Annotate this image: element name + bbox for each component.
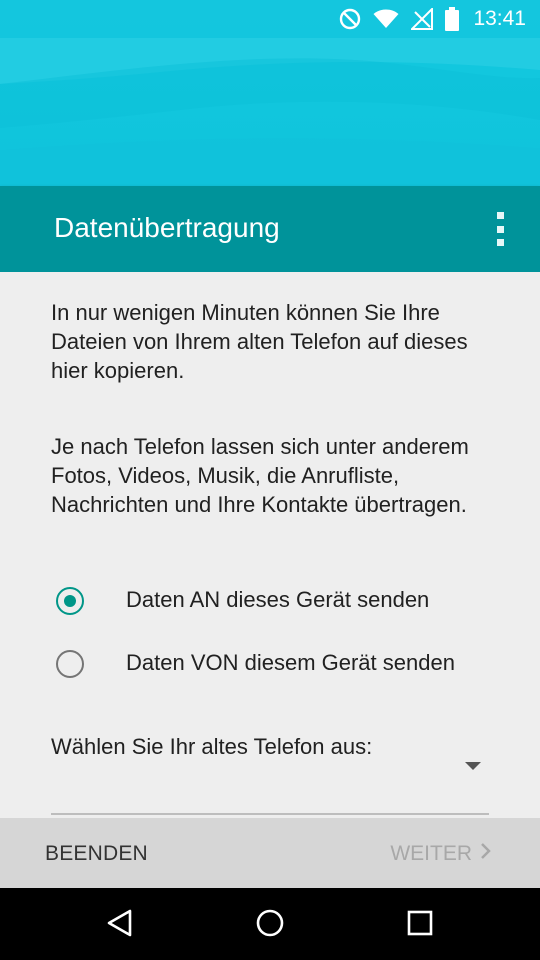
page-title: Datenübertragung — [54, 212, 280, 243]
intro-paragraph: In nur wenigen Minuten können Sie Ihre D… — [51, 300, 468, 383]
recent-apps-icon[interactable] — [406, 908, 434, 943]
next-button-label: WEITER — [390, 842, 472, 865]
home-icon[interactable] — [255, 908, 285, 943]
dropdown-arrow-icon[interactable] — [465, 762, 481, 770]
option-send-to-device[interactable]: Daten AN dieses Gerät senden — [56, 581, 429, 621]
battery-icon — [445, 7, 460, 31]
option-label: Daten VON diesem Gerät senden — [126, 650, 455, 675]
end-button[interactable]: BEENDEN — [45, 842, 148, 866]
wifi-icon — [373, 9, 399, 29]
do-not-disturb-icon — [339, 8, 361, 30]
phone-select-dropdown[interactable] — [51, 813, 489, 815]
main-content: In nur wenigen Minuten können Sie Ihre D… — [0, 272, 540, 818]
status-bar: 13:41 — [0, 0, 540, 38]
status-time: 13:41 — [473, 7, 526, 30]
details-paragraph: Je nach Telefon lassen sich unter andere… — [51, 434, 469, 517]
radio-button-unselected[interactable] — [56, 650, 84, 678]
back-icon[interactable] — [106, 908, 134, 943]
radio-button-selected[interactable] — [56, 587, 84, 615]
option-label: Daten AN dieses Gerät senden — [126, 587, 430, 612]
next-button[interactable]: WEITER — [390, 842, 492, 866]
app-bar: Datenübertragung — [0, 186, 540, 272]
no-signal-icon — [411, 8, 434, 30]
option-send-from-device[interactable]: Daten VON diesem Gerät senden — [56, 644, 455, 684]
overflow-menu-icon[interactable] — [490, 212, 510, 246]
navigation-bar — [0, 888, 540, 960]
phone-select-label: Wählen Sie Ihr altes Telefon aus: — [51, 734, 373, 759]
button-bar: BEENDEN WEITER — [0, 818, 540, 888]
screen: 13:41 Datenübertragung In nur wenigen Mi… — [0, 0, 540, 960]
chevron-right-icon — [480, 842, 492, 866]
